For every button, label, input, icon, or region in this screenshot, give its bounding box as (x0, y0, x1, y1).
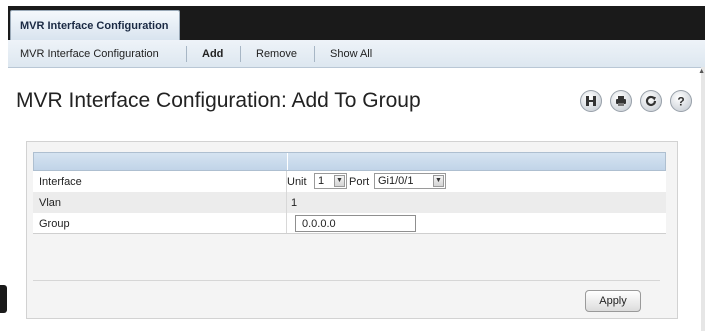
scrollbar[interactable] (701, 67, 705, 331)
unit-label: Unit (287, 176, 307, 188)
refresh-icon[interactable] (640, 90, 662, 112)
subnav-item-mvr-interface-configuration[interactable]: MVR Interface Configuration (20, 48, 159, 60)
subnav-item-remove[interactable]: Remove (256, 48, 297, 60)
table-header (33, 152, 666, 171)
table-row-group: Group (33, 213, 666, 234)
svg-text:?: ? (677, 95, 684, 109)
divider (33, 280, 660, 281)
port-select[interactable]: Gi1/0/1 ▼ (374, 173, 446, 189)
table-row-vlan: Vlan 1 (33, 192, 666, 213)
help-icon[interactable]: ? (670, 90, 692, 112)
save-icon[interactable] (580, 90, 602, 112)
port-label: Port (349, 176, 370, 188)
page-title: MVR Interface Configuration: Add To Grou… (16, 89, 421, 112)
subnav-separator (240, 46, 241, 62)
scroll-up-icon[interactable]: ▲ (698, 68, 705, 75)
print-icon[interactable] (610, 90, 632, 112)
chevron-down-icon: ▼ (334, 175, 345, 187)
subnav-separator (186, 46, 187, 62)
group-label: Group (39, 218, 70, 230)
sub-navigation: MVR Interface Configuration Add Remove S… (8, 40, 705, 68)
interface-form-table: Interface Unit 1 ▼ Port Gi1/0/1 ▼ Vlan 1… (33, 152, 666, 234)
tab-mvr-interface-configuration[interactable]: MVR Interface Configuration (10, 10, 180, 40)
apply-button[interactable]: Apply (585, 290, 641, 312)
tab-label: MVR Interface Configuration (20, 20, 169, 32)
subnav-separator (314, 46, 315, 62)
subnav-item-add[interactable]: Add (202, 48, 223, 60)
vlan-label: Vlan (39, 197, 62, 209)
group-input[interactable] (295, 215, 416, 232)
chevron-down-icon: ▼ (433, 175, 444, 187)
table-row-interface: Interface Unit 1 ▼ Port Gi1/0/1 ▼ (33, 171, 666, 192)
subnav-item-show-all[interactable]: Show All (330, 48, 372, 60)
interface-label: Interface (39, 176, 82, 188)
frame-resize-handle[interactable] (0, 285, 7, 313)
unit-select[interactable]: 1 ▼ (314, 173, 347, 189)
vlan-value: 1 (291, 197, 298, 209)
